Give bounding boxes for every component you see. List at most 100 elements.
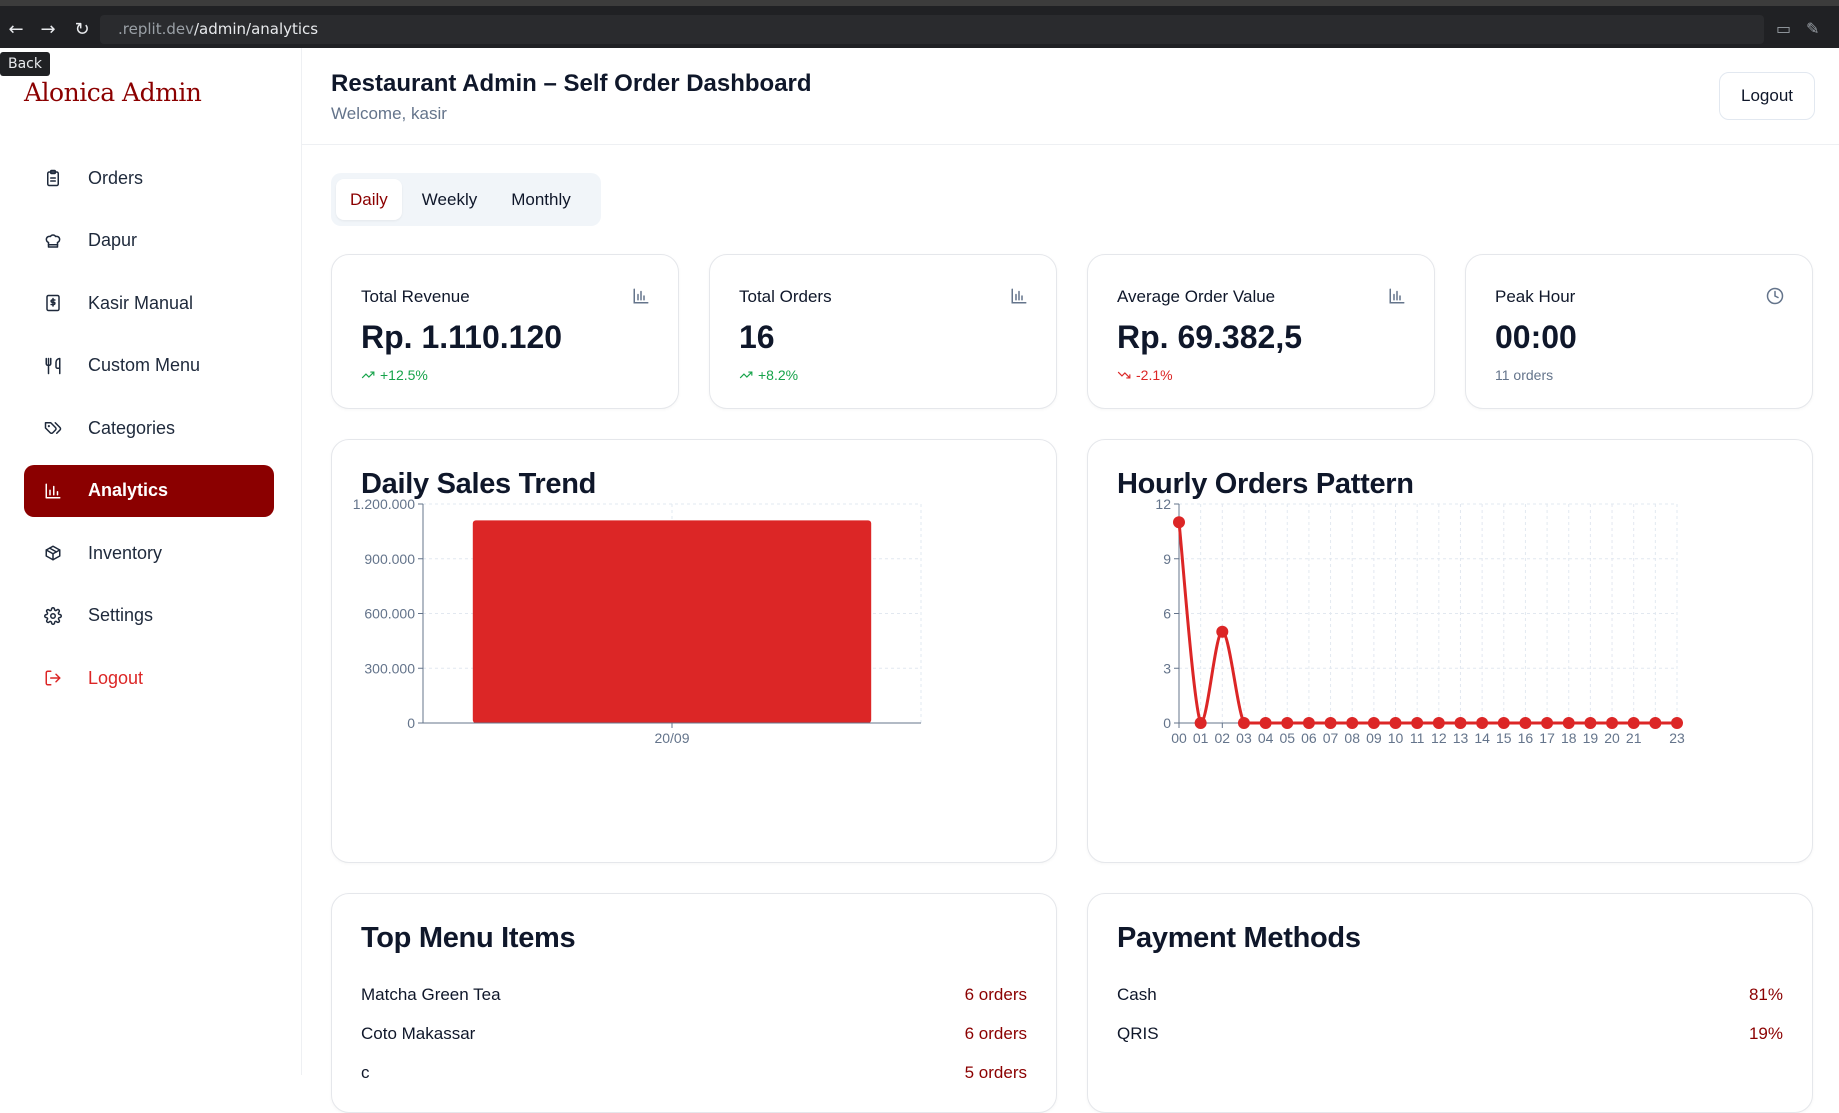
tags-icon — [42, 417, 64, 439]
stat-label: Total Revenue — [361, 287, 470, 306]
devices-icon[interactable]: ▭ — [1776, 19, 1791, 38]
sidebar-item-inventory[interactable]: Inventory — [24, 527, 274, 579]
stat-card-total-revenue: Total Revenue Rp. 1.110.120 +12.5% — [331, 254, 679, 409]
tab-daily[interactable]: Daily — [336, 179, 402, 220]
back-arrow-icon[interactable]: ← — [4, 18, 28, 42]
x-tick-label: 07 — [1323, 730, 1339, 746]
x-tick-label: 04 — [1258, 730, 1274, 746]
data-point — [1606, 717, 1619, 729]
stat-card-average-order-value: Average Order Value Rp. 69.382,5 -2.1% — [1087, 254, 1435, 409]
welcome-text: Welcome, kasir — [331, 104, 447, 123]
data-point — [1237, 717, 1250, 729]
sidebar-item-settings[interactable]: Settings — [24, 590, 274, 642]
menu-item-name: Matcha Green Tea — [361, 985, 501, 1004]
stat-label: Peak Hour — [1495, 287, 1576, 306]
x-tick-label: 19 — [1583, 730, 1599, 746]
sidebar-item-dapur[interactable]: Dapur — [24, 215, 274, 267]
reload-icon[interactable]: ↻ — [70, 18, 94, 42]
wrench-icon[interactable]: ✎ — [1806, 19, 1819, 38]
tab-monthly[interactable]: Monthly — [497, 179, 585, 220]
trending-up-icon — [739, 371, 753, 379]
stat-sub-text: 11 orders — [1495, 367, 1554, 383]
payment-method-name: Cash — [1117, 985, 1157, 1004]
y-tick-label: 9 — [1163, 551, 1171, 567]
list-item: QRIS 19% — [1117, 1024, 1783, 1048]
x-tick-label: 11 — [1410, 730, 1425, 746]
data-point — [1346, 717, 1359, 729]
data-point — [1584, 717, 1597, 729]
x-tick-label: 01 — [1193, 730, 1209, 746]
forward-arrow-icon[interactable]: → — [36, 18, 60, 42]
y-tick-label: 0 — [1163, 715, 1171, 731]
sidebar-item-label: Categories — [88, 417, 176, 438]
x-tick-label: 21 — [1626, 730, 1642, 746]
list-item: Matcha Green Tea 6 orders — [361, 985, 1027, 1009]
sidebar-item-label: Settings — [88, 605, 154, 625]
card-title: Payment Methods — [1117, 922, 1361, 954]
data-point — [1562, 717, 1575, 729]
series-line — [1177, 522, 1677, 725]
payment-method-share: 81% — [1748, 985, 1783, 1004]
utensils-icon — [42, 355, 64, 377]
x-tick-label: 06 — [1301, 730, 1317, 746]
x-tick-label: 17 — [1539, 730, 1555, 746]
tab-weekly[interactable]: Weekly — [408, 179, 491, 220]
page-header: Restaurant Admin – Self Order Dashboard … — [302, 48, 1839, 145]
x-tick-label: 00 — [1171, 730, 1187, 746]
daily-sales-chart: 0 300.000 600.000 900.000 1.200.000 20/09 — [353, 496, 922, 746]
address-bar[interactable] — [100, 15, 1764, 44]
chef-hat-icon — [42, 230, 64, 252]
sidebar-item-label: Logout — [88, 667, 144, 688]
x-tick-label: 12 — [1431, 730, 1447, 746]
x-tick-label: 10 — [1388, 730, 1404, 746]
x-tick-label: 14 — [1474, 730, 1490, 746]
data-point — [1649, 717, 1662, 729]
data-point — [1541, 717, 1554, 729]
y-tick-label: 1.200.000 — [353, 496, 415, 512]
payment-method-name: QRIS — [1117, 1024, 1159, 1043]
x-tick-label: 09 — [1366, 730, 1382, 746]
daily-sales-chart-card: Daily Sales Trend 0 300.000 600.000 900.000… — [331, 439, 1057, 863]
sidebar-item-categories[interactable]: Categories — [24, 402, 274, 454]
data-point — [1324, 717, 1337, 729]
menu-item-name: Coto Makassar — [361, 1024, 476, 1043]
clipboard-icon — [42, 167, 64, 189]
url-text[interactable]: .replit.dev/admin/analytics — [118, 20, 318, 38]
sidebar-item-orders[interactable]: Orders — [24, 152, 274, 204]
data-point — [1476, 717, 1489, 729]
stat-label: Average Order Value — [1117, 287, 1276, 306]
menu-item-orders: 5 orders — [964, 1063, 1027, 1082]
x-tick-label: 16 — [1518, 730, 1534, 746]
bar-chart-icon — [1389, 288, 1405, 304]
list-item: Coto Makassar 6 orders — [361, 1024, 1027, 1048]
menu-item-name: c — [361, 1063, 370, 1082]
card-title: Top Menu Items — [361, 922, 576, 954]
sidebar: Alonica Admin Orders Dapur Kasir Manual … — [0, 48, 302, 1075]
sidebar-item-custom-menu[interactable]: Custom Menu — [24, 340, 274, 392]
period-tabs: Daily Weekly Monthly — [331, 173, 601, 226]
sidebar-item-analytics[interactable]: Analytics — [24, 464, 274, 517]
sidebar-item-kasir-manual[interactable]: Kasir Manual — [24, 277, 274, 329]
bar-chart-icon — [1011, 288, 1027, 304]
package-icon — [42, 542, 64, 564]
x-tick-label: 13 — [1453, 730, 1469, 746]
sidebar-item-label: Analytics — [88, 480, 169, 500]
stat-card-total-orders: Total Orders 16 +8.2% — [709, 254, 1057, 409]
data-point — [1367, 717, 1380, 729]
list-item: Cash 81% — [1117, 985, 1783, 1009]
hourly-orders-chart: 03691200 01 02 03 04 05 06 07 08 09 10 11 12 13 14 15 16… — [1155, 496, 1685, 746]
logout-button[interactable]: Logout — [1719, 72, 1815, 120]
stat-value: Rp. 69.382,5 — [1117, 319, 1302, 355]
y-tick-label: 3 — [1163, 660, 1171, 676]
sidebar-item-label: Orders — [88, 167, 144, 188]
bar-chart-icon — [633, 288, 649, 304]
stat-label: Total Orders — [739, 287, 832, 306]
main-content: Restaurant Admin – Self Order Dashboard … — [302, 48, 1839, 1113]
stat-trend-value: +12.5% — [380, 367, 428, 383]
stat-trend-value: +8.2% — [758, 367, 799, 383]
data-point — [1671, 717, 1683, 729]
sidebar-item-label: Kasir Manual — [88, 292, 194, 313]
sidebar-item-logout[interactable]: Logout — [24, 652, 274, 704]
data-point — [1302, 717, 1315, 729]
payment-methods-card: Payment Methods Cash 81% QRIS 19% — [1087, 893, 1813, 1113]
